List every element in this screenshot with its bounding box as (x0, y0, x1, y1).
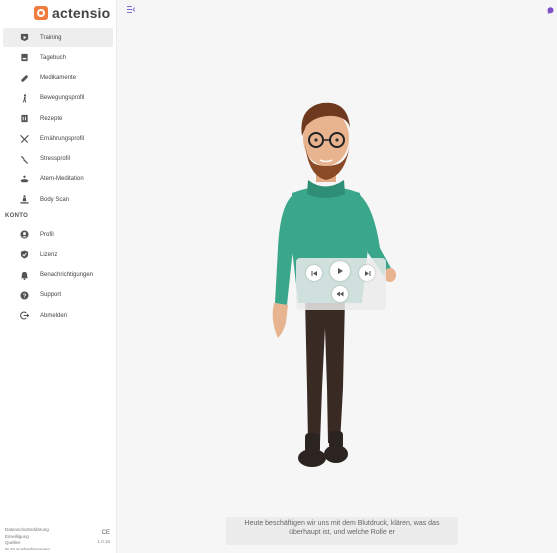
chat-icon[interactable] (547, 7, 554, 14)
nav-item-profil[interactable]: Profil (3, 225, 113, 244)
nav-label: Medikamente (40, 75, 77, 81)
menu-collapse-icon[interactable] (127, 6, 135, 13)
cutlery-icon (19, 134, 29, 144)
ce-mark: CE (101, 530, 110, 536)
nav-label: Atem-Meditation (40, 176, 84, 183)
diary-icon (19, 53, 29, 63)
app-version: 1.0.16 (97, 539, 110, 544)
next-icon (364, 270, 370, 276)
previous-button[interactable] (306, 265, 322, 281)
footer-link-nutzungsbedingungen[interactable]: Nutzungsbedingungen (5, 547, 113, 550)
help-icon: ? (19, 290, 29, 300)
nav-item-abmelden[interactable]: Abmelden (3, 306, 113, 325)
nav-label: Stressprofil (40, 156, 71, 162)
walking-icon (19, 93, 29, 103)
nav-label: Lizenz (40, 251, 58, 258)
sidebar-footer: Datenschutzerklärung Einwilligung Quelle… (5, 527, 113, 550)
previous-icon (311, 270, 317, 276)
caption-line: Heute beschäftigen wir uns mit dem Blutd… (244, 520, 440, 527)
subtitle-caption: Heute beschäftigen wir uns mit dem Blutd… (226, 517, 458, 545)
nav-label: Benachrichtigungen (40, 272, 94, 278)
pill-icon (19, 73, 29, 83)
logo-icon (34, 6, 48, 20)
rewind-button[interactable] (332, 286, 348, 302)
rewind-icon (336, 291, 344, 297)
nav-item-body-scan[interactable]: Body Scan (3, 190, 113, 209)
caption-line: überhaupt ist, und welche Rolle er (289, 529, 395, 536)
nav-item-medikamente[interactable]: Medikamente (3, 69, 113, 88)
logout-icon (19, 311, 29, 321)
meditation-icon (19, 174, 29, 184)
nav-label: Body Scan (40, 196, 70, 203)
app-logo[interactable]: actensio (34, 5, 110, 21)
play-button[interactable] (330, 261, 350, 281)
nav-item-lizenz[interactable]: Lizenz (3, 245, 113, 264)
svg-text:?: ? (22, 293, 26, 299)
nav-label: Abmelden (40, 312, 68, 319)
logo-text: actensio (52, 5, 111, 21)
body-scan-icon (19, 195, 29, 205)
nav-item-rezepte[interactable]: Rezepte (3, 109, 113, 128)
nav-item-ernaehrungsprofil[interactable]: Ernährungsprofil (3, 129, 113, 148)
nav-label: Tagebuch (40, 54, 67, 61)
nav-item-support[interactable]: ? Support (3, 286, 113, 305)
nav-item-atem-meditation[interactable]: Atem-Meditation (3, 170, 113, 189)
nav-label: Ernährungsprofil (40, 135, 85, 142)
nav-item-stressprofil[interactable]: Stressprofil (3, 150, 113, 169)
profile-icon (19, 230, 29, 240)
next-button[interactable] (359, 265, 375, 281)
play-icon (338, 268, 343, 274)
media-player (296, 258, 386, 310)
main-nav: Training Tagebuch Medikamente Bewegungsp… (3, 28, 113, 210)
license-icon (19, 250, 29, 260)
nav-label: Rezepte (40, 115, 63, 122)
nav-item-benachrichtigungen[interactable]: Benachrichtigungen (3, 266, 113, 285)
nav-label: Bewegungsprofil (40, 95, 85, 102)
account-nav: Profil Lizenz Benachrichtigungen ? Suppo… (3, 225, 113, 326)
stress-icon (19, 154, 29, 164)
section-heading-konto: KONTO (5, 213, 29, 219)
recipe-icon (19, 114, 29, 124)
nav-item-training[interactable]: Training (3, 28, 113, 47)
nav-item-tagebuch[interactable]: Tagebuch (3, 48, 113, 67)
bell-icon (19, 270, 29, 280)
sidebar: actensio Training Tagebuch Medikamente B… (0, 0, 117, 553)
nav-label: Profil (40, 231, 54, 238)
play-icon (19, 33, 29, 43)
nav-label: Training (40, 34, 62, 41)
nav-item-bewegungsprofil[interactable]: Bewegungsprofil (3, 89, 113, 108)
nav-label: Support (40, 292, 62, 299)
